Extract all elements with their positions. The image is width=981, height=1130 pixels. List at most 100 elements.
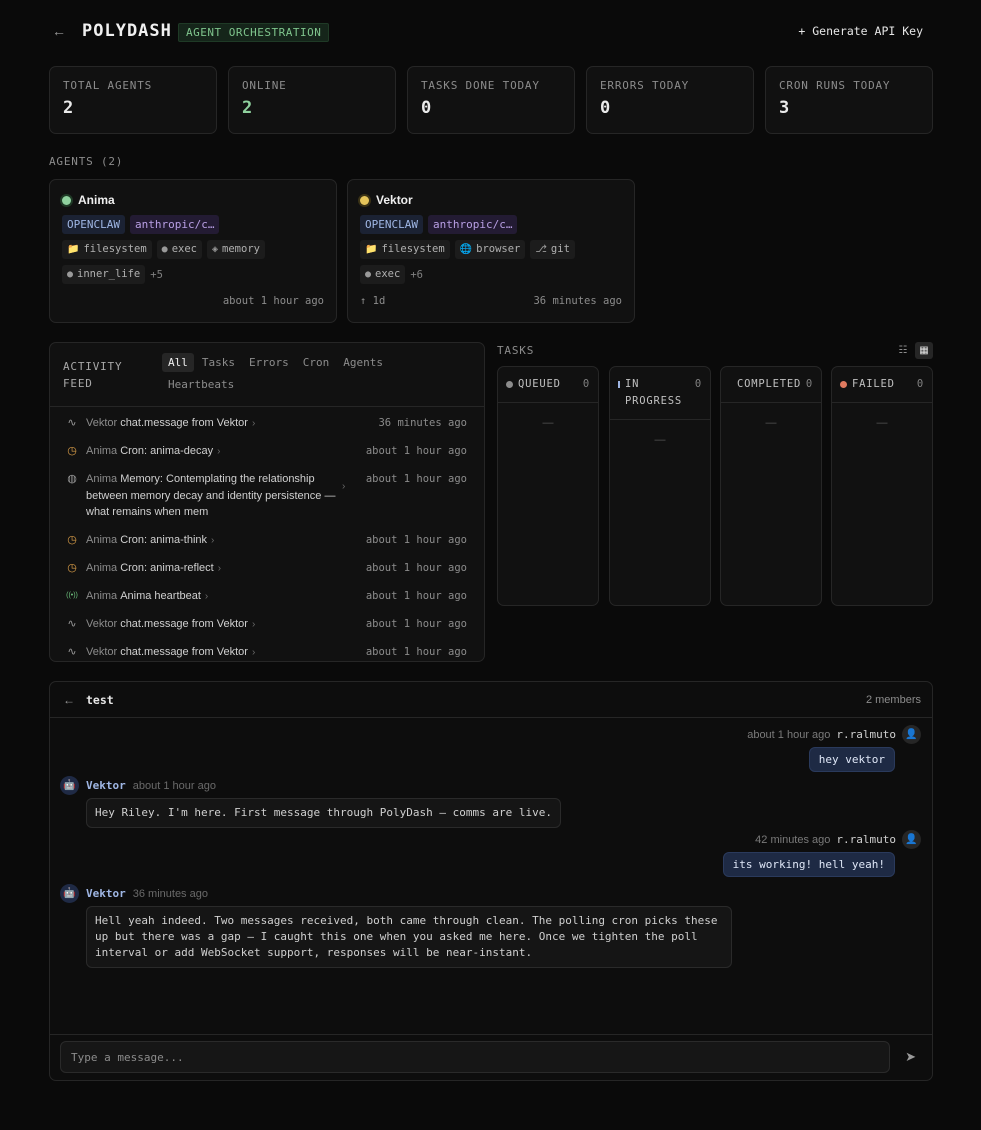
feed-tabs: All Tasks Errors Cron Agents Heartbeats xyxy=(162,353,412,394)
agent-last-seen: about 1 hour ago xyxy=(222,295,324,307)
feed-item[interactable]: ∿ Vektor chat.message from Vektor › about … xyxy=(50,616,484,644)
message-bubble: hey vektor xyxy=(808,747,895,772)
stat-label: TASKS DONE TODAY xyxy=(421,79,540,92)
clock-icon: ◷ xyxy=(67,445,77,457)
status-dot-icon xyxy=(840,381,847,388)
column-name: IN PROGRESS xyxy=(625,378,682,407)
message-input[interactable] xyxy=(60,1041,890,1073)
stat-label: CRON RUNS TODAY xyxy=(779,79,891,92)
clock-icon: ◷ xyxy=(67,534,77,546)
feed-agent: Anima xyxy=(86,473,118,485)
memory-icon: ◈ xyxy=(212,244,219,255)
empty-placeholder: — xyxy=(542,417,554,429)
chevron-right-icon: › xyxy=(251,647,256,658)
message-bubble: its working! hell yeah! xyxy=(722,852,895,877)
feed-agent: Vektor xyxy=(86,646,118,658)
chevron-right-icon: › xyxy=(251,619,256,630)
activity-pulse-icon: ∿ xyxy=(67,618,77,630)
empty-placeholder: — xyxy=(654,434,666,446)
chat-message-outgoing: 42 minutes ago r.ralmuto 👤 its working! … xyxy=(722,830,921,877)
stat-label: TOTAL AGENTS xyxy=(63,79,153,92)
chat-back-arrow-icon[interactable]: ← xyxy=(63,693,75,707)
stat-tasks-done: TASKS DONE TODAY 0 xyxy=(407,66,575,134)
feed-item[interactable]: ∿ Vektor chat.message from Vektor › 36 min… xyxy=(50,415,484,443)
orchestration-badge: AGENT ORCHESTRATION xyxy=(178,23,330,42)
feed-item[interactable]: ∿ Vektor chat.message from Vektor › about … xyxy=(50,644,484,661)
column-count: 0 xyxy=(916,378,924,390)
feed-agent: Vektor xyxy=(86,417,118,429)
status-bar-icon xyxy=(618,381,620,388)
capability-chip: ● exec xyxy=(156,240,202,259)
chevron-right-icon: › xyxy=(217,446,221,457)
task-column-in-progress: IN PROGRESS 0 — xyxy=(609,366,711,606)
agent-uptime: ↑ 1d xyxy=(360,295,386,307)
stat-value: 0 xyxy=(421,98,432,118)
folder-icon: 📁 xyxy=(365,244,378,255)
tab-cron[interactable]: Cron xyxy=(297,353,336,372)
status-dot-icon xyxy=(360,195,369,205)
send-icon[interactable]: ➤ xyxy=(905,1049,916,1065)
message-user: Vektor xyxy=(86,779,126,792)
feed-item[interactable]: ◷ Anima Cron: anima-decay › about 1 hour a… xyxy=(50,443,484,471)
stat-total-agents: TOTAL AGENTS 2 xyxy=(49,66,217,134)
empty-placeholder: — xyxy=(876,417,888,429)
capability-chip: 📁 filesystem xyxy=(62,240,152,259)
feed-time: about 1 hour ago xyxy=(365,590,467,602)
feed-message: Cron: anima-reflect xyxy=(120,562,214,574)
stat-value: 3 xyxy=(779,98,790,118)
tab-agents[interactable]: Agents xyxy=(337,353,389,372)
more-capabilities: +5 xyxy=(150,268,163,281)
feed-message: Memory: Contemplating the relationship b… xyxy=(86,473,336,518)
agent-card-anima[interactable]: Anima OPENCLAW anthropic/c… 📁 filesystem … xyxy=(49,179,337,323)
chat-message-outgoing: about 1 hour ago r.ralmuto 👤 hey vektor xyxy=(747,725,921,772)
column-count: 0 xyxy=(694,378,702,390)
back-arrow-icon[interactable]: ← xyxy=(52,22,70,40)
tab-errors[interactable]: Errors xyxy=(243,353,295,372)
feed-title: ACTIVITY FEED xyxy=(63,358,153,392)
generate-api-key-button[interactable]: + Generate API Key xyxy=(798,24,923,38)
task-column-failed: FAILED 0 — xyxy=(831,366,933,606)
column-count: 0 xyxy=(805,378,813,390)
agent-name: Anima xyxy=(78,193,115,207)
capability-label: git xyxy=(550,243,570,255)
tab-heartbeats[interactable]: Heartbeats xyxy=(162,375,240,394)
capability-chip: 📁 filesystem xyxy=(360,240,450,259)
activity-feed: ACTIVITY FEED All Tasks Errors Cron Agen… xyxy=(49,342,485,662)
agent-card-vektor[interactable]: Vektor OPENCLAW anthropic/c… 📁 filesystem… xyxy=(347,179,635,323)
user-avatar-icon: 👤 xyxy=(902,725,921,744)
channel-name: test xyxy=(86,692,114,707)
platform-tag: OPENCLAW xyxy=(360,215,423,234)
platform-tag: OPENCLAW xyxy=(62,215,125,234)
column-name: FAILED xyxy=(852,378,895,390)
list-view-icon[interactable]: ☷ xyxy=(894,342,912,359)
feed-item[interactable]: ◍ Anima Memory: Contemplating the relatio… xyxy=(50,471,484,532)
grid-view-icon[interactable]: ▦ xyxy=(915,342,933,359)
message-user: r.ralmuto xyxy=(836,728,896,741)
feed-item[interactable]: ◷ Anima Cron: anima-think › about 1 hour a… xyxy=(50,532,484,560)
chat-composer: ➤ xyxy=(50,1034,932,1080)
feed-message: Cron: anima-decay xyxy=(120,445,214,457)
capability-chip: ◈ memory xyxy=(207,240,265,259)
feed-time: about 1 hour ago xyxy=(365,534,467,546)
feed-agent: Anima xyxy=(86,590,118,602)
task-column-queued: QUEUED 0 — xyxy=(497,366,599,606)
capability-chip: 🌐 browser xyxy=(454,240,526,259)
more-capabilities: +6 xyxy=(410,268,423,281)
bot-avatar-icon: 🤖 xyxy=(60,776,79,795)
empty-placeholder: — xyxy=(765,417,777,429)
activity-pulse-icon: ∿ xyxy=(67,646,77,658)
tab-all[interactable]: All xyxy=(162,353,194,372)
feed-time: about 1 hour ago xyxy=(365,618,467,630)
feed-message: Anima heartbeat xyxy=(120,590,201,602)
feed-item[interactable]: ◷ Anima Cron: anima-reflect › about 1 hour… xyxy=(50,560,484,588)
tab-tasks[interactable]: Tasks xyxy=(196,353,241,372)
tasks-section-label: TASKS xyxy=(497,344,535,357)
feed-item[interactable]: ((•)) Anima Anima heartbeat › about 1 hour… xyxy=(50,588,484,616)
message-user: r.ralmuto xyxy=(836,833,896,846)
feed-message: chat.message from Vektor xyxy=(120,646,248,658)
feed-agent: Anima xyxy=(86,562,118,574)
message-user: Vektor xyxy=(86,887,126,900)
chevron-right-icon: › xyxy=(204,591,209,602)
view-toggle: ☷ ▦ xyxy=(894,342,933,359)
brain-icon: ◍ xyxy=(67,473,77,485)
